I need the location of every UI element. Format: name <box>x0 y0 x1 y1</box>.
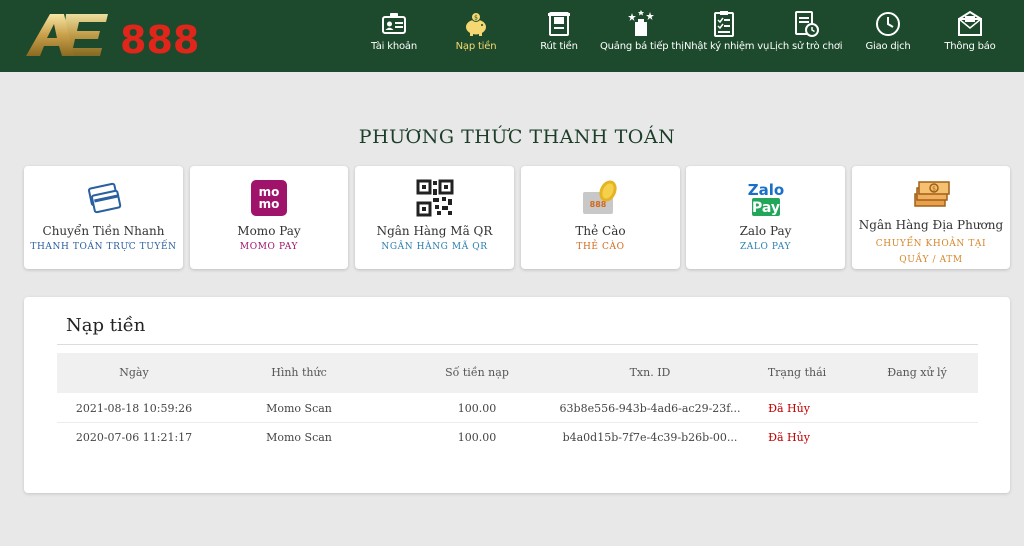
nav-label-account: Tài khoản <box>371 41 417 52</box>
nav-item-game-history[interactable]: Lịch sử trò chơi <box>767 0 845 72</box>
card-subtitle: THẺ CÀO <box>576 242 625 252</box>
cell-amount: 100.00 <box>457 431 497 444</box>
cell-date: 2021-08-18 10:59:26 <box>75 402 193 415</box>
column-header-processing: Đang xử lý <box>887 366 947 379</box>
table-row[interactable]: 2021-08-18 10:59:26 Momo Scan 100.00 63b… <box>57 394 978 423</box>
svg-text:mo: mo <box>259 197 280 211</box>
momo-logo-icon: mo mo <box>251 180 287 216</box>
nav-label-withdraw: Rút tiền <box>540 41 578 52</box>
card-subtitle: NGÂN HÀNG MÃ QR <box>381 242 488 252</box>
card-title: Zalo Pay <box>739 224 792 238</box>
nav-item-task-log[interactable]: Nhật ký nhiệm vụ <box>684 0 770 72</box>
cell-status: Đã Hủy <box>768 431 810 444</box>
task-log-icon <box>714 11 734 37</box>
cell-txn-id: b4a0d15b-7f7e-4c39-b26b-00... <box>562 431 738 444</box>
nav-item-account[interactable]: Tài khoản <box>362 0 426 72</box>
table-header: Ngày Hình thức Số tiền nạp Txn. ID Trạng… <box>57 353 978 393</box>
zalo-pay-icon: Zalo Pay <box>747 181 784 216</box>
cell-status: Đã Hủy <box>768 402 810 415</box>
deposit-history-panel: Nạp tiền Ngày Hình thức Số tiền nạp Txn.… <box>24 297 1010 493</box>
nav-item-notifications[interactable]: Thông báo <box>938 0 1002 72</box>
nav-label-notifications: Thông báo <box>944 41 996 52</box>
envelope-icon <box>958 10 982 36</box>
ae888-logo[interactable]: 888 <box>24 10 204 60</box>
table-row[interactable]: 2020-07-06 11:21:17 Momo Scan 100.00 b4a… <box>57 423 978 452</box>
payment-card-scratch[interactable]: 888 Thẻ Cào THẺ CÀO <box>521 166 680 269</box>
nav-item-promotion[interactable]: Quảng bá tiếp thị <box>600 0 684 72</box>
column-header-method: Hình thức <box>271 366 327 379</box>
svg-text:Pay: Pay <box>751 200 779 216</box>
cell-amount: 100.00 <box>457 402 497 415</box>
divider <box>57 344 978 345</box>
page-title: PHƯƠNG THỨC THANH TOÁN <box>358 126 676 148</box>
account-card-icon <box>382 13 406 34</box>
svg-text:$: $ <box>474 15 478 22</box>
withdraw-icon <box>548 12 570 36</box>
game-history-icon <box>795 11 819 37</box>
nav-label-promotion: Quảng bá tiếp thị <box>600 41 684 52</box>
piggy-bank-icon: $ <box>466 12 486 36</box>
svg-text:888: 888 <box>589 200 606 209</box>
column-header-txn: Txn. ID <box>629 366 671 379</box>
clock-icon <box>876 12 900 36</box>
card-subtitle: THANH TOÁN TRỰC TUYẾN <box>30 242 177 252</box>
payment-card-momo[interactable]: mo mo Momo Pay MOMO PAY <box>190 166 348 269</box>
card-subtitle: ZALO PAY <box>739 242 792 252</box>
nav-item-withdraw[interactable]: Rút tiền <box>527 0 591 72</box>
cell-txn-id: 63b8e556-943b-4ad6-ac29-23f... <box>559 402 741 415</box>
cell-method: Momo Scan <box>266 402 332 415</box>
top-header: 888 Tài khoản $ Nạp tiền Rút tiền Quảng … <box>0 0 1024 72</box>
nav-item-transactions[interactable]: Giao dịch <box>856 0 920 72</box>
cell-date: 2020-07-06 11:21:17 <box>75 431 193 444</box>
card-subtitle: CHUYỂN KHOẢN TẠI QUẦY / ATM <box>875 239 987 265</box>
promotion-icon <box>628 10 654 36</box>
nav-label-deposit: Nạp tiền <box>455 41 497 52</box>
card-subtitle: MOMO PAY <box>239 242 299 252</box>
nav-item-deposit[interactable]: $ Nạp tiền <box>444 0 508 72</box>
card-title: Chuyển Tiền Nhanh <box>42 224 165 238</box>
payment-card-qr-bank[interactable]: Ngân Hàng Mã QR NGÂN HÀNG MÃ QR <box>355 166 514 269</box>
column-header-status: Trạng thái <box>767 366 827 379</box>
card-title: Thẻ Cào <box>575 224 626 238</box>
qr-code-icon <box>416 179 453 217</box>
payment-card-zalo[interactable]: Zalo Pay Zalo Pay ZALO PAY <box>686 166 845 269</box>
nav-label-task-log: Nhật ký nhiệm vụ <box>684 41 770 52</box>
nav-label-game-history: Lịch sử trò chơi <box>769 41 843 52</box>
card-title: Ngân Hàng Mã QR <box>376 224 493 238</box>
cell-method: Momo Scan <box>266 431 332 444</box>
cash-stack-icon: $ <box>914 181 950 207</box>
svg-text:Zalo: Zalo <box>747 181 783 199</box>
column-header-amount: Số tiền nạp <box>445 366 509 379</box>
scratch-card-icon: 888 <box>582 180 617 214</box>
payment-card-local-bank[interactable]: $ Ngân Hàng Địa Phương CHUYỂN KHOẢN TẠI … <box>852 166 1010 269</box>
card-title: Ngân Hàng Địa Phương <box>858 218 1004 232</box>
svg-text:$: $ <box>932 186 936 193</box>
credit-cards-icon <box>87 182 121 214</box>
payment-card-fast-transfer[interactable]: Chuyển Tiền Nhanh THANH TOÁN TRỰC TUYẾN <box>24 166 183 269</box>
card-title: Momo Pay <box>237 224 301 238</box>
nav-label-transactions: Giao dịch <box>865 41 911 52</box>
column-header-date: Ngày <box>119 366 149 379</box>
deposit-panel-title: Nạp tiền <box>66 315 146 336</box>
logo-888: 888 <box>120 18 199 60</box>
